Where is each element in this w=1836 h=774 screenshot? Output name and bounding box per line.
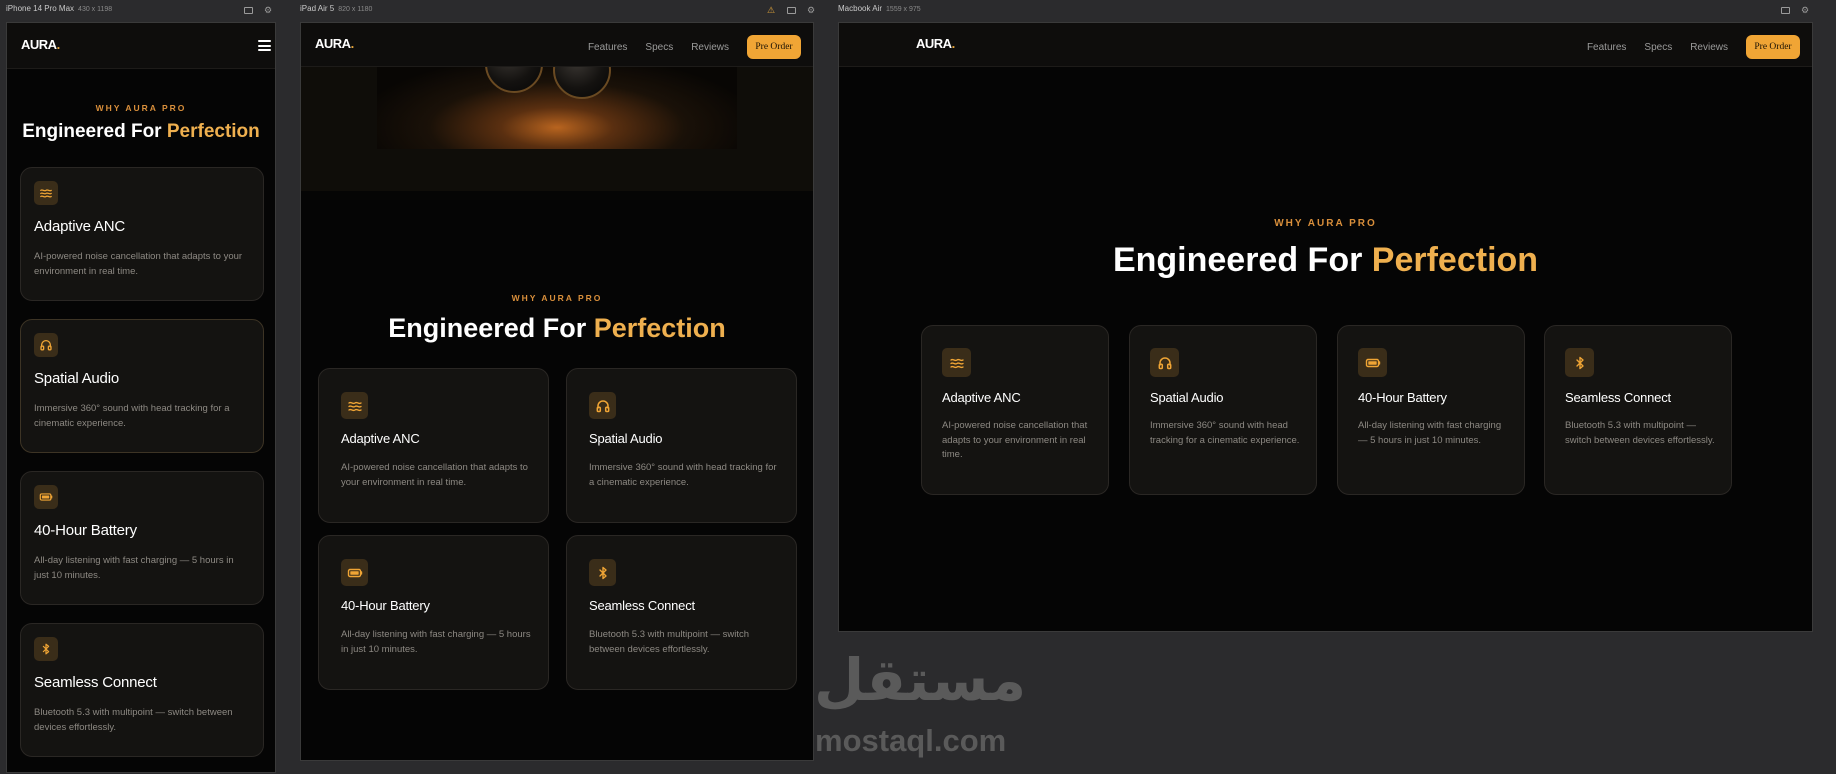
feature-card-battery: 40-Hour Battery All-day listening with f…	[318, 535, 549, 690]
section-eyebrow: WHY AURA PRO	[1274, 218, 1377, 229]
feature-title: 40-Hour Battery	[34, 522, 137, 539]
hero-section	[301, 35, 813, 191]
feature-description: Bluetooth 5.3 with multipoint — switch b…	[589, 629, 749, 655]
device-label-macbook: Macbook Air 1559 x 975	[838, 4, 921, 13]
settings-icon[interactable]: ⚙	[1800, 5, 1810, 15]
feature-description: All-day listening with fast charging — 5…	[1358, 420, 1502, 446]
nav-links: Features Specs Reviews Pre Order	[1587, 35, 1800, 59]
logo[interactable]: AURA.	[21, 37, 60, 52]
feature-title: 40-Hour Battery	[341, 598, 430, 613]
macbook-viewport: AURA. Features Specs Reviews Pre Order W…	[838, 22, 1813, 632]
feature-title: Spatial Audio	[34, 370, 119, 387]
feature-title: Adaptive ANC	[942, 390, 1021, 405]
battery-icon	[34, 485, 58, 509]
nav-link-reviews[interactable]: Reviews	[691, 42, 729, 53]
section-title: Engineered For Perfection	[1112, 241, 1539, 279]
battery-icon	[341, 559, 368, 586]
feature-title: Spatial Audio	[589, 431, 663, 446]
section-title: Engineered For Perfection	[388, 313, 726, 343]
warning-icon[interactable]: ⚠	[766, 5, 776, 15]
feature-title: Seamless Connect	[1565, 390, 1671, 405]
device-toolbar-ipad: ⚠ ⚙	[766, 4, 816, 16]
bluetooth-icon	[1565, 348, 1594, 377]
nav-link-reviews[interactable]: Reviews	[1690, 42, 1728, 53]
waves-icon	[34, 181, 58, 205]
feature-description: AI-powered noise cancellation that adapt…	[942, 420, 1088, 461]
menu-icon[interactable]	[258, 40, 271, 51]
nav-link-specs[interactable]: Specs	[645, 42, 673, 53]
headphones-image	[377, 35, 737, 149]
feature-title: 40-Hour Battery	[1358, 390, 1447, 405]
navbar: AURA. Features Specs Reviews Pre Order	[301, 23, 813, 67]
feature-title: Seamless Connect	[34, 674, 157, 691]
nav-link-features[interactable]: Features	[1587, 42, 1626, 53]
nav-links: Features Specs Reviews Pre Order	[588, 35, 801, 59]
logo[interactable]: AURA.	[916, 36, 955, 51]
bluetooth-icon	[34, 637, 58, 661]
rotate-icon[interactable]	[243, 5, 253, 15]
section-eyebrow: WHY AURA PRO	[511, 293, 603, 303]
feature-description: All-day listening with fast charging — 5…	[341, 629, 531, 655]
feature-card-anc: Adaptive ANC AI-powered noise cancellati…	[921, 325, 1109, 495]
feature-card-spatial: Spatial Audio Immersive 360° sound with …	[566, 368, 797, 523]
headphones-icon	[589, 392, 616, 419]
navbar: AURA.	[7, 23, 275, 69]
device-label-iphone: iPhone 14 Pro Max 430 x 1198	[6, 4, 113, 13]
feature-description: Bluetooth 5.3 with multipoint — switch b…	[1565, 420, 1715, 446]
nav-link-specs[interactable]: Specs	[1644, 42, 1672, 53]
device-label-ipad: iPad Air 5 820 x 1180	[300, 4, 373, 13]
feature-description: Immersive 360° sound with head tracking …	[589, 462, 777, 488]
device-toolbar-iphone: ⚙	[243, 4, 273, 16]
feature-card-anc: Adaptive ANC AI-powered noise cancellati…	[318, 368, 549, 523]
feature-description: Immersive 360° sound with head tracking …	[1150, 420, 1300, 446]
waves-icon	[942, 348, 971, 377]
iphone-viewport: AURA. WHY AURA PRO Engineered For Perfec…	[6, 22, 276, 773]
ipad-viewport: AURA. Features Specs Reviews Pre Order W…	[300, 22, 814, 761]
feature-title: Seamless Connect	[589, 598, 695, 613]
navbar: AURA. Features Specs Reviews Pre Order	[839, 23, 1812, 67]
feature-title: Spatial Audio	[1150, 390, 1224, 405]
feature-description: All-day listening with fast charging — 5…	[34, 555, 234, 581]
feature-description: Immersive 360° sound with head tracking …	[34, 403, 230, 429]
feature-card-connect: Seamless Connect Bluetooth 5.3 with mult…	[20, 623, 264, 757]
settings-icon[interactable]: ⚙	[263, 5, 273, 15]
waves-icon	[341, 392, 368, 419]
feature-card-connect: Seamless Connect Bluetooth 5.3 with mult…	[566, 535, 797, 690]
feature-description: AI-powered noise cancellation that adapt…	[34, 251, 243, 277]
feature-title: Adaptive ANC	[34, 218, 125, 235]
battery-icon	[1358, 348, 1387, 377]
pre-order-button[interactable]: Pre Order	[747, 35, 801, 59]
feature-card-spatial: Spatial Audio Immersive 360° sound with …	[20, 319, 264, 453]
section-eyebrow: WHY AURA PRO	[95, 103, 187, 113]
settings-icon[interactable]: ⚙	[806, 5, 816, 15]
watermark-arabic: مستقل	[814, 646, 1027, 714]
feature-card-anc: Adaptive ANC AI-powered noise cancellati…	[20, 167, 264, 301]
rotate-icon[interactable]	[1780, 5, 1790, 15]
feature-description: AI-powered noise cancellation that adapt…	[341, 462, 528, 488]
pre-order-button[interactable]: Pre Order	[1746, 35, 1800, 59]
feature-card-spatial: Spatial Audio Immersive 360° sound with …	[1129, 325, 1317, 495]
feature-description: Bluetooth 5.3 with multipoint — switch b…	[34, 707, 233, 733]
bluetooth-icon	[589, 559, 616, 586]
feature-card-battery: 40-Hour Battery All-day listening with f…	[20, 471, 264, 605]
watermark-latin: mostaql.com	[815, 723, 1007, 758]
section-title: Engineered For Perfection	[22, 121, 260, 142]
feature-title: Adaptive ANC	[341, 431, 420, 446]
headphones-icon	[1150, 348, 1179, 377]
rotate-icon[interactable]	[786, 5, 796, 15]
feature-card-battery: 40-Hour Battery All-day listening with f…	[1337, 325, 1525, 495]
headphones-icon	[34, 333, 58, 357]
nav-link-features[interactable]: Features	[588, 42, 627, 53]
device-toolbar-macbook: ⚙	[1780, 4, 1810, 16]
logo[interactable]: AURA.	[315, 36, 354, 51]
feature-card-connect: Seamless Connect Bluetooth 5.3 with mult…	[1544, 325, 1732, 495]
